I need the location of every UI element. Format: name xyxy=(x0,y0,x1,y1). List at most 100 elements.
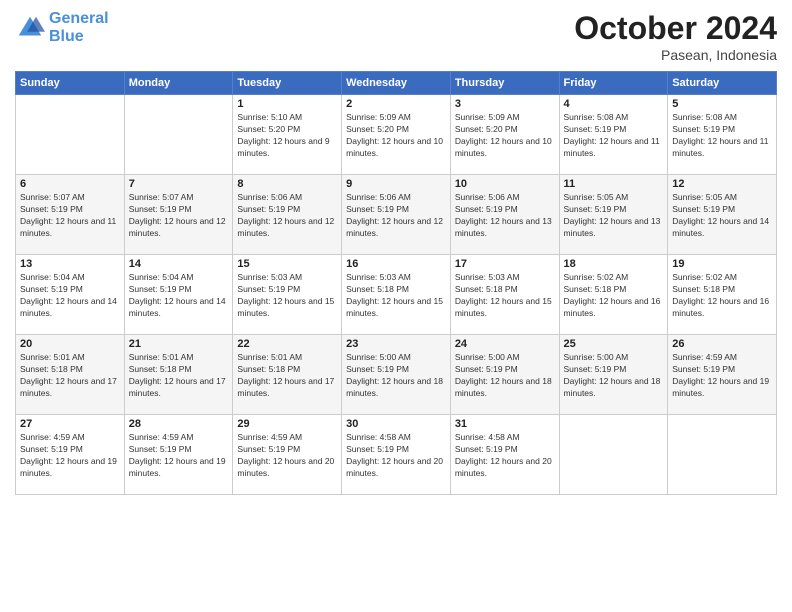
calendar-cell: 12Sunrise: 5:05 AM Sunset: 5:19 PM Dayli… xyxy=(668,175,777,255)
calendar-cell xyxy=(559,415,668,495)
day-number: 17 xyxy=(455,258,555,270)
calendar-cell: 14 Sunrise: 5:04 AM Sunset: 5:19 PM Dayli… xyxy=(124,255,233,335)
calendar-cell: 28 Sunrise: 4:59 AM Sunset: 5:19 PM Dayli… xyxy=(124,415,233,495)
calendar-cell: 27Sunrise: 4:59 AM Sunset: 5:19 PM Dayli… xyxy=(16,415,125,495)
calendar-cell: 6 Sunrise: 5:07 AM Sunset: 5:19 PM Daylig… xyxy=(16,175,125,255)
weekday-header-wednesday: Wednesday xyxy=(342,72,451,95)
day-info: Sunrise: 5:00 AM Sunset: 5:19 PM Dayligh… xyxy=(346,352,446,400)
day-info: Sunrise: 5:08 AM Sunset: 5:19 PM Dayligh… xyxy=(564,112,664,160)
day-number: 29 xyxy=(237,418,337,430)
weekday-header-monday: Monday xyxy=(124,72,233,95)
day-info: Sunrise: 5:02 AM Sunset: 5:18 PM Dayligh… xyxy=(672,272,772,320)
calendar-cell xyxy=(16,95,125,175)
day-number: 19 xyxy=(672,258,772,270)
calendar-cell: 26 Sunrise: 4:59 AM Sunset: 5:19 PM Dayli… xyxy=(668,335,777,415)
calendar-table: SundayMondayTuesdayWednesdayThursdayFrid… xyxy=(15,71,777,495)
day-info: Sunrise: 5:07 AM Sunset: 5:19 PM Dayligh… xyxy=(20,192,120,240)
day-number: 6 xyxy=(20,178,120,190)
calendar-cell: 16Sunrise: 5:03 AM Sunset: 5:18 PM Dayli… xyxy=(342,255,451,335)
day-info: Sunrise: 5:03 AM Sunset: 5:19 PM Dayligh… xyxy=(237,272,337,320)
day-info: Sunrise: 5:01 AM Sunset: 5:18 PM Dayligh… xyxy=(20,352,120,400)
day-number: 31 xyxy=(455,418,555,430)
day-number: 21 xyxy=(129,338,229,350)
day-info: Sunrise: 5:09 AM Sunset: 5:20 PM Dayligh… xyxy=(455,112,555,160)
calendar-cell: 21 Sunrise: 5:01 AM Sunset: 5:18 PM Dayli… xyxy=(124,335,233,415)
weekday-header-saturday: Saturday xyxy=(668,72,777,95)
calendar-week-2: 6 Sunrise: 5:07 AM Sunset: 5:19 PM Daylig… xyxy=(16,175,777,255)
calendar-cell: 4 Sunrise: 5:08 AM Sunset: 5:19 PM Daylig… xyxy=(559,95,668,175)
day-info: Sunrise: 4:59 AM Sunset: 5:19 PM Dayligh… xyxy=(237,432,337,480)
day-info: Sunrise: 5:00 AM Sunset: 5:19 PM Dayligh… xyxy=(564,352,664,400)
day-info: Sunrise: 5:04 AM Sunset: 5:19 PM Dayligh… xyxy=(20,272,120,320)
calendar-cell: 29 Sunrise: 4:59 AM Sunset: 5:19 PM Dayli… xyxy=(233,415,342,495)
day-info: Sunrise: 5:01 AM Sunset: 5:18 PM Dayligh… xyxy=(237,352,337,400)
weekday-header-friday: Friday xyxy=(559,72,668,95)
calendar-cell: 25 Sunrise: 5:00 AM Sunset: 5:19 PM Dayli… xyxy=(559,335,668,415)
day-number: 10 xyxy=(455,178,555,190)
day-info: Sunrise: 5:08 AM Sunset: 5:19 PM Dayligh… xyxy=(672,112,772,160)
day-info: Sunrise: 5:10 AM Sunset: 5:20 PM Dayligh… xyxy=(237,112,337,160)
day-number: 7 xyxy=(129,178,229,190)
location-subtitle: Pasean, Indonesia xyxy=(574,47,777,63)
day-number: 8 xyxy=(237,178,337,190)
title-block: October 2024 Pasean, Indonesia xyxy=(574,10,777,63)
calendar-cell: 1Sunrise: 5:10 AM Sunset: 5:20 PM Daylig… xyxy=(233,95,342,175)
calendar-cell: 17 Sunrise: 5:03 AM Sunset: 5:18 PM Dayli… xyxy=(450,255,559,335)
calendar-cell: 24Sunrise: 5:00 AM Sunset: 5:19 PM Dayli… xyxy=(450,335,559,415)
calendar-cell xyxy=(124,95,233,175)
day-number: 3 xyxy=(455,98,555,110)
day-info: Sunrise: 5:06 AM Sunset: 5:19 PM Dayligh… xyxy=(346,192,446,240)
calendar-cell: 19 Sunrise: 5:02 AM Sunset: 5:18 PM Dayli… xyxy=(668,255,777,335)
calendar-cell xyxy=(668,415,777,495)
day-number: 11 xyxy=(564,178,664,190)
weekday-header-sunday: Sunday xyxy=(16,72,125,95)
calendar-cell: 8 Sunrise: 5:06 AM Sunset: 5:19 PM Daylig… xyxy=(233,175,342,255)
calendar-cell: 31 Sunrise: 4:58 AM Sunset: 5:19 PM Dayli… xyxy=(450,415,559,495)
day-info: Sunrise: 5:03 AM Sunset: 5:18 PM Dayligh… xyxy=(455,272,555,320)
day-number: 2 xyxy=(346,98,446,110)
day-info: Sunrise: 4:59 AM Sunset: 5:19 PM Dayligh… xyxy=(672,352,772,400)
calendar-cell: 5Sunrise: 5:08 AM Sunset: 5:19 PM Daylig… xyxy=(668,95,777,175)
calendar-cell: 30Sunrise: 4:58 AM Sunset: 5:19 PM Dayli… xyxy=(342,415,451,495)
day-number: 4 xyxy=(564,98,664,110)
logo-text: General Blue xyxy=(49,10,109,45)
day-info: Sunrise: 4:58 AM Sunset: 5:19 PM Dayligh… xyxy=(346,432,446,480)
day-info: Sunrise: 5:06 AM Sunset: 5:19 PM Dayligh… xyxy=(455,192,555,240)
weekday-row: SundayMondayTuesdayWednesdayThursdayFrid… xyxy=(16,72,777,95)
day-number: 25 xyxy=(564,338,664,350)
day-number: 28 xyxy=(129,418,229,430)
day-number: 18 xyxy=(564,258,664,270)
calendar-cell: 11 Sunrise: 5:05 AM Sunset: 5:19 PM Dayli… xyxy=(559,175,668,255)
header: General Blue October 2024 Pasean, Indone… xyxy=(15,10,777,63)
calendar-cell: 10 Sunrise: 5:06 AM Sunset: 5:19 PM Dayli… xyxy=(450,175,559,255)
calendar-week-4: 20Sunrise: 5:01 AM Sunset: 5:18 PM Dayli… xyxy=(16,335,777,415)
calendar-cell: 22 Sunrise: 5:01 AM Sunset: 5:18 PM Dayli… xyxy=(233,335,342,415)
calendar-week-5: 27Sunrise: 4:59 AM Sunset: 5:19 PM Dayli… xyxy=(16,415,777,495)
weekday-header-thursday: Thursday xyxy=(450,72,559,95)
calendar-cell: 23 Sunrise: 5:00 AM Sunset: 5:19 PM Dayli… xyxy=(342,335,451,415)
calendar-cell: 7Sunrise: 5:07 AM Sunset: 5:19 PM Daylig… xyxy=(124,175,233,255)
day-info: Sunrise: 5:06 AM Sunset: 5:19 PM Dayligh… xyxy=(237,192,337,240)
day-info: Sunrise: 5:04 AM Sunset: 5:19 PM Dayligh… xyxy=(129,272,229,320)
day-number: 23 xyxy=(346,338,446,350)
month-title: October 2024 xyxy=(574,10,777,47)
day-info: Sunrise: 5:05 AM Sunset: 5:19 PM Dayligh… xyxy=(564,192,664,240)
calendar-cell: 3 Sunrise: 5:09 AM Sunset: 5:20 PM Daylig… xyxy=(450,95,559,175)
day-info: Sunrise: 5:09 AM Sunset: 5:20 PM Dayligh… xyxy=(346,112,446,160)
calendar-header: SundayMondayTuesdayWednesdayThursdayFrid… xyxy=(16,72,777,95)
day-number: 16 xyxy=(346,258,446,270)
logo-icon xyxy=(15,13,45,43)
day-number: 26 xyxy=(672,338,772,350)
day-number: 15 xyxy=(237,258,337,270)
day-number: 14 xyxy=(129,258,229,270)
logo: General Blue xyxy=(15,10,109,45)
day-info: Sunrise: 4:59 AM Sunset: 5:19 PM Dayligh… xyxy=(20,432,120,480)
day-info: Sunrise: 5:01 AM Sunset: 5:18 PM Dayligh… xyxy=(129,352,229,400)
day-info: Sunrise: 4:58 AM Sunset: 5:19 PM Dayligh… xyxy=(455,432,555,480)
day-number: 22 xyxy=(237,338,337,350)
day-number: 12 xyxy=(672,178,772,190)
day-number: 9 xyxy=(346,178,446,190)
day-info: Sunrise: 5:02 AM Sunset: 5:18 PM Dayligh… xyxy=(564,272,664,320)
calendar-cell: 15 Sunrise: 5:03 AM Sunset: 5:19 PM Dayli… xyxy=(233,255,342,335)
day-info: Sunrise: 4:59 AM Sunset: 5:19 PM Dayligh… xyxy=(129,432,229,480)
